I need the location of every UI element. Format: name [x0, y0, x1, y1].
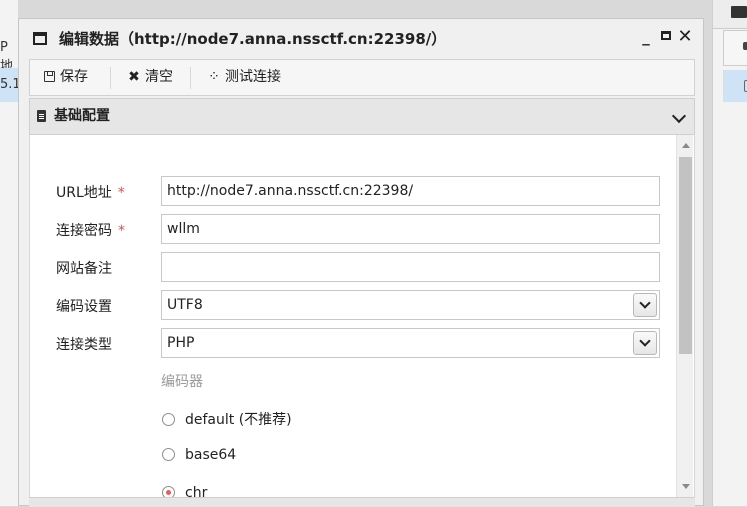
chevron-down-icon[interactable] — [671, 108, 687, 124]
radio-icon[interactable] — [162, 413, 175, 426]
radio-icon[interactable] — [162, 448, 175, 461]
dialog-titlebar[interactable]: 编辑数据（http://node7.anna.nssctf.cn:22398/）… — [19, 19, 703, 57]
clear-button[interactable]: ✖ 清空 — [126, 60, 173, 95]
note-input[interactable] — [161, 252, 660, 282]
encoder-option-chr[interactable]: chr — [162, 485, 207, 497]
section-title: 基础配置 — [54, 108, 110, 124]
tab-icon — [743, 42, 747, 50]
save-label: 保存 — [60, 69, 88, 85]
url-input[interactable] — [161, 176, 660, 206]
encoding-select[interactable]: UTF8 — [161, 290, 660, 320]
test-connection-button[interactable]: ⁘ 测试连接 — [206, 60, 281, 95]
encoder-option-label: chr — [185, 485, 208, 497]
encoding-label: 编码设置 — [56, 299, 112, 315]
encoder-label: 编码器 — [161, 374, 203, 390]
scrollbar-thumb[interactable] — [679, 157, 692, 354]
password-input[interactable] — [161, 214, 660, 244]
toolbar-divider — [190, 67, 191, 89]
document-icon — [37, 110, 46, 122]
note-label: 网站备注 — [56, 261, 112, 277]
form-area: URL地址 * 连接密码 * 网站备注 编码设置 UTF8 连接类型 PHP 编码器… — [29, 135, 695, 497]
spinner-icon: ⁘ — [208, 69, 220, 85]
window-icon — [33, 32, 47, 45]
minimize-button[interactable]: _ — [638, 29, 654, 45]
dialog-toolbar: 保存 ✖ 清空 ⁘ 测试连接 — [29, 59, 695, 96]
encoder-option-label: base64 — [185, 447, 237, 463]
required-mark: * — [118, 223, 125, 239]
dialog-title: 编辑数据（http://node7.anna.nssctf.cn:22398/） — [59, 30, 447, 48]
required-mark: * — [117, 185, 125, 201]
radio-selected-icon[interactable] — [162, 486, 175, 497]
password-label: 连接密码 * — [56, 220, 125, 240]
url-label: URL地址 * — [56, 182, 125, 202]
clear-icon: ✖ — [128, 69, 140, 85]
chevron-down-icon[interactable] — [633, 293, 657, 317]
encoder-option-label: default (不推荐) — [185, 412, 292, 428]
form-scrollbar[interactable] — [676, 135, 693, 497]
chevron-down-icon[interactable] — [633, 331, 657, 355]
background-right-panel — [712, 0, 747, 506]
toolbar-divider — [110, 67, 111, 89]
conn-type-value: PHP — [167, 335, 195, 351]
edit-data-dialog: 编辑数据（http://node7.anna.nssctf.cn:22398/）… — [18, 18, 704, 507]
url-label-text: URL地址 — [56, 185, 112, 201]
encoder-option-default[interactable]: default (不推荐) — [162, 409, 292, 429]
encoder-option-base64[interactable]: base64 — [162, 447, 236, 463]
conn-type-select[interactable]: PHP — [161, 328, 660, 358]
save-button[interactable]: 保存 — [44, 60, 88, 95]
clear-label: 清空 — [145, 69, 173, 85]
folder-icon[interactable] — [731, 6, 747, 18]
scroll-down-icon[interactable] — [682, 484, 690, 489]
scroll-up-icon[interactable] — [682, 143, 690, 148]
basic-config-header[interactable]: 基础配置 — [29, 98, 695, 135]
test-connection-label: 测试连接 — [225, 69, 281, 85]
close-button[interactable]: ✕ — [677, 28, 693, 46]
background-right-topbar — [713, 0, 747, 29]
maximize-icon — [661, 31, 671, 40]
maximize-button[interactable] — [658, 29, 674, 45]
save-icon — [44, 71, 55, 82]
background-left-panel: P地 5.1 — [0, 0, 21, 506]
encoding-value: UTF8 — [167, 297, 203, 313]
password-label-text: 连接密码 — [56, 223, 112, 239]
conn-type-label: 连接类型 — [56, 337, 112, 353]
